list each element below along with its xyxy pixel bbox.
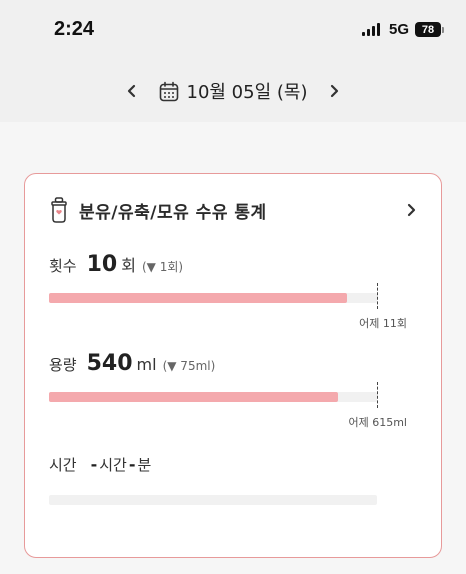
volume-delta: (▼ 75ml)	[162, 359, 216, 373]
count-metric: 횟수 10 회 (▼ 1회) 어제 11회	[49, 252, 417, 330]
network-label: 5G	[388, 21, 409, 38]
chevron-right-icon	[331, 84, 339, 98]
date-label: 10월 05일 (목)	[186, 82, 308, 103]
count-bar-fill	[49, 293, 348, 303]
baby-bottle-icon	[51, 197, 67, 223]
status-time: 2:24	[54, 18, 95, 40]
count-bar: 어제 11회	[49, 283, 417, 330]
chevron-left-icon	[127, 84, 135, 98]
volume-yesterday-marker	[377, 382, 378, 408]
duration-hours-value: -	[90, 455, 98, 474]
volume-label: 용량	[49, 356, 77, 374]
card-detail-button[interactable]	[399, 198, 423, 222]
next-day-button[interactable]	[317, 74, 351, 108]
duration-minutes-unit: 분	[137, 456, 152, 474]
feeding-stats-card[interactable]: 분유/유축/모유 수유 통계 횟수 10 회 (▼ 1회) 어제 11회 용량 …	[24, 173, 442, 558]
volume-yesterday-caption: 어제 615ml	[348, 416, 407, 429]
duration-bar	[49, 493, 417, 515]
count-value: 10	[86, 252, 118, 277]
calendar-icon	[159, 81, 178, 101]
count-bar-track	[49, 293, 377, 303]
count-label: 횟수	[49, 257, 77, 275]
volume-bar-fill	[49, 392, 338, 402]
count-delta: (▼ 1회)	[141, 260, 184, 274]
card-header[interactable]: 분유/유축/모유 수유 통계	[49, 192, 423, 228]
duration-hours-unit: 시간	[99, 456, 127, 474]
status-bar: 2:24 5G 78	[0, 0, 466, 60]
status-indicators: 5G 78	[361, 21, 444, 38]
count-yesterday-marker	[377, 283, 378, 309]
volume-value: 540	[86, 351, 133, 376]
previous-day-button[interactable]	[115, 74, 149, 108]
duration-minutes-value: -	[128, 455, 136, 474]
volume-bar-track	[49, 392, 377, 402]
volume-bar: 어제 615ml	[49, 382, 417, 429]
duration-metric: 시간 - 시간 - 분	[49, 454, 417, 515]
chevron-right-icon	[407, 203, 416, 217]
signal-icon	[361, 23, 380, 36]
card-title: 분유/유축/모유 수유 통계	[79, 202, 267, 223]
volume-metric: 용량 540 ml (▼ 75ml) 어제 615ml	[49, 351, 417, 429]
volume-unit: ml	[136, 355, 157, 374]
battery-level: 78	[415, 22, 441, 37]
count-unit: 회	[121, 256, 136, 275]
battery-icon: 78	[415, 22, 444, 37]
duration-bar-track	[49, 495, 377, 505]
date-navigation: 10월 05일 (목)	[0, 60, 466, 122]
date-display[interactable]: 10월 05일 (목)	[159, 78, 308, 104]
count-yesterday-caption: 어제 11회	[359, 317, 407, 330]
duration-label: 시간	[49, 456, 77, 474]
